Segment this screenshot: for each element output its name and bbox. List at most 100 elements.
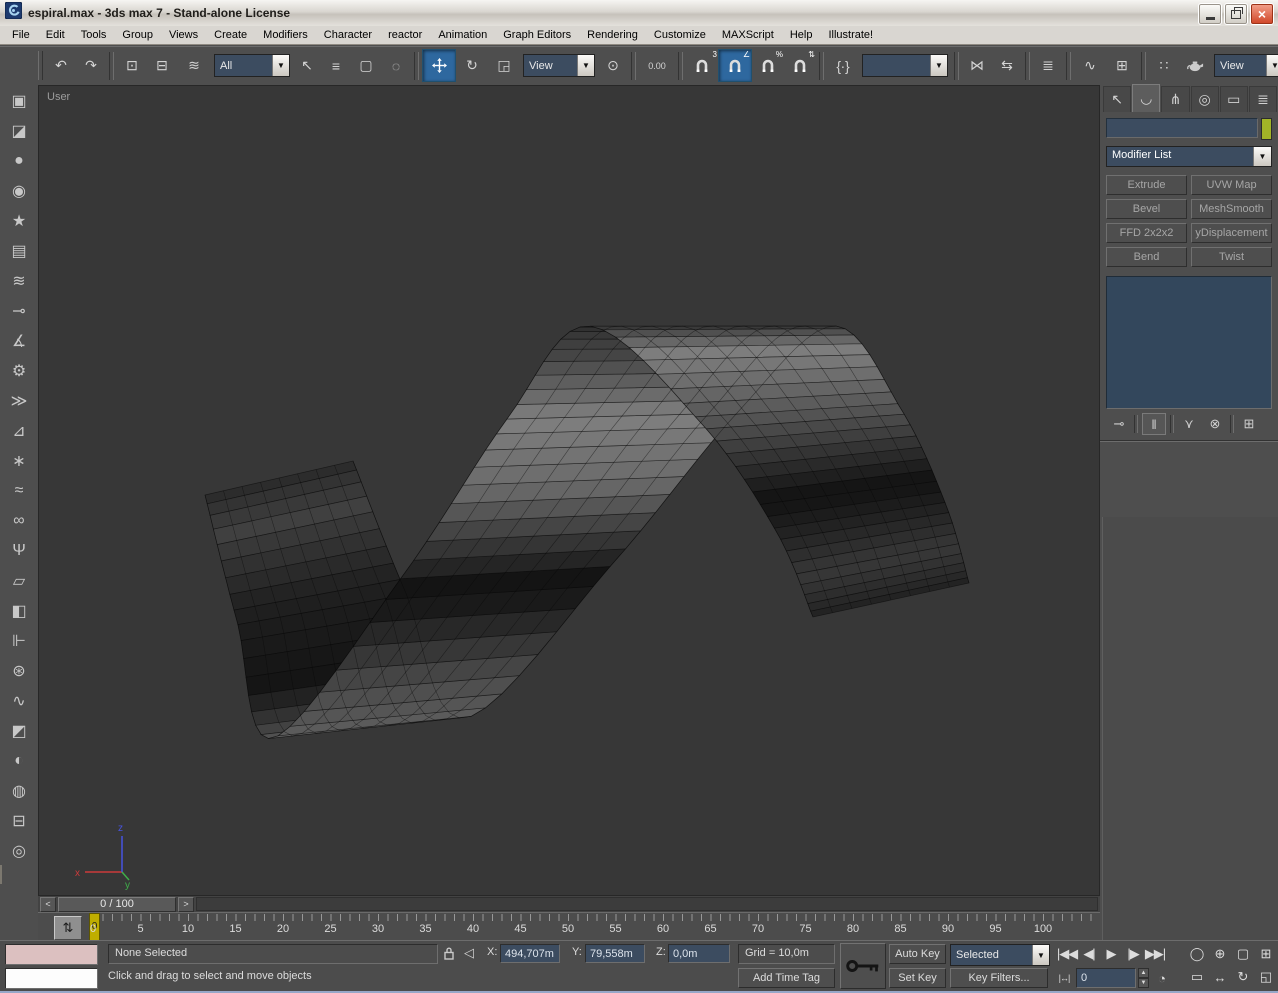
reactor-linear-dashpot-button[interactable]: ⊸ (3, 296, 35, 325)
window-crossing-toggle[interactable]: ◌ (381, 50, 411, 81)
reactor-rack-button[interactable]: ⊩ (3, 626, 35, 655)
angle-snap-toggle[interactable]: ∠ (718, 49, 752, 82)
dropdown-arrow-icon[interactable]: ▼ (272, 55, 289, 76)
zoom-extents-button[interactable]: ▢ (1232, 943, 1254, 965)
y-coord-field[interactable]: 79,558m (585, 944, 645, 963)
go-to-start-button[interactable]: |◀◀ (1056, 943, 1078, 965)
reactor-apply-cloth-modifier-button[interactable]: ◩ (3, 716, 35, 745)
reactor-cloth-collection-button[interactable]: ◪ (3, 116, 35, 145)
reactor-apply-softbody-modifier-button[interactable]: ◐ (3, 746, 35, 775)
modifier-button-bend[interactable]: Bend (1106, 247, 1187, 267)
reactor-water-button[interactable]: ≈ (3, 476, 35, 505)
modifier-button-uvw-map[interactable]: UVW Map (1191, 175, 1272, 195)
bind-to-space-warp-button[interactable]: ≋ (177, 50, 211, 81)
spinner-snap-toggle[interactable]: ⇅ (784, 50, 816, 81)
current-frame-field[interactable]: 0 (1076, 968, 1136, 988)
time-configuration-button[interactable]: ◔ (1151, 967, 1173, 989)
modifier-button-extrude[interactable]: Extrude (1106, 175, 1187, 195)
zoom-extents-all-button[interactable]: ⊞ (1255, 943, 1277, 965)
select-and-uniform-scale-button[interactable]: ◲ (488, 50, 520, 81)
modifier-button-twist[interactable]: Twist (1191, 247, 1272, 267)
make-unique-button[interactable]: ⋎ (1178, 414, 1200, 434)
menu-customize[interactable]: Customize (646, 27, 714, 43)
reactor-spring-button[interactable]: ≋ (3, 266, 35, 295)
reactor-rope-button[interactable]: ∿ (3, 686, 35, 715)
reactor-wheel-button[interactable]: ⊛ (3, 656, 35, 685)
reactor-ragdoll-button[interactable]: Ψ (3, 536, 35, 565)
viewport-user[interactable]: x z y User (38, 85, 1100, 896)
select-by-name-button[interactable]: ≡ (321, 50, 351, 81)
snap-precision-indicator[interactable]: 0.00 (639, 50, 675, 81)
timeline-ruler[interactable]: 0 0 5 10 15 20 25 30 35 40 45 50 55 60 65 70 75 80 85 90 95… (86, 913, 1100, 942)
spinner-up-icon[interactable]: ▲ (1138, 968, 1149, 978)
menu-tools[interactable]: Tools (73, 27, 115, 43)
dropdown-arrow-icon[interactable]: ▼ (1266, 55, 1278, 76)
time-slider-next-button[interactable]: > (178, 896, 194, 912)
app-logo-icon[interactable] (4, 1, 23, 24)
edit-named-selection-sets-button[interactable]: {∙} (827, 50, 859, 81)
mirror-button[interactable]: ⋈ (962, 50, 992, 81)
reactor-motor-button[interactable]: ⚙ (3, 356, 35, 385)
schematic-view-button[interactable]: ⊞ (1106, 50, 1138, 81)
menu-character[interactable]: Character (316, 27, 380, 43)
object-name-field[interactable] (1106, 118, 1258, 138)
reactor-analyze-world-button[interactable]: ◎ (3, 836, 35, 865)
title-bar[interactable]: espiral.max - 3ds max 7 - Stand-alone Li… (0, 0, 1278, 26)
reactor-constraint-button[interactable]: ◧ (3, 596, 35, 625)
reference-coordinate-system-dropdown[interactable]: View ▼ (523, 54, 595, 77)
reactor-deforming-mesh-collection-button[interactable]: ★ (3, 206, 35, 235)
selection-filter-dropdown[interactable]: All ▼ (214, 54, 290, 77)
render-type-dropdown[interactable]: View ▼ (1214, 54, 1278, 77)
dropdown-arrow-icon[interactable]: ▼ (1032, 945, 1049, 965)
go-to-end-button[interactable]: ▶▶| (1144, 943, 1166, 965)
percent-snap-toggle[interactable]: % (752, 50, 784, 81)
material-editor-button[interactable]: ∷ (1149, 50, 1179, 81)
menu-graph-editors[interactable]: Graph Editors (495, 27, 579, 43)
menu-maxscript[interactable]: MAXScript (714, 27, 782, 43)
reactor-angular-dashpot-button[interactable]: ∡ (3, 326, 35, 355)
menu-views[interactable]: Views (161, 27, 206, 43)
spinner-down-icon[interactable]: ▼ (1138, 978, 1149, 988)
use-pivot-point-center-button[interactable]: ⊙ (598, 50, 628, 81)
menu-edit[interactable]: Edit (38, 27, 73, 43)
modifier-button-ffd-2x2x2[interactable]: FFD 2x2x2 (1106, 223, 1187, 243)
modifier-button-ydisplacement[interactable]: yDisplacement (1191, 223, 1272, 243)
menu-illustrate-[interactable]: Illustrate! (820, 27, 881, 43)
select-and-rotate-button[interactable]: ↻ (456, 50, 488, 81)
key-mode-toggle-button[interactable]: |↔| (1054, 967, 1074, 989)
tab-create[interactable]: ↖ (1103, 86, 1132, 112)
spiral-ribbon-object[interactable] (39, 86, 1099, 895)
menu-group[interactable]: Group (114, 27, 161, 43)
reactor-rope-collection-button[interactable]: ◉ (3, 176, 35, 205)
auto-key-button[interactable]: Auto Key (889, 944, 946, 964)
min-max-toggle-button[interactable]: ◱ (1255, 966, 1277, 988)
select-object-button[interactable]: ↖ (293, 50, 321, 81)
menu-create[interactable]: Create (206, 27, 255, 43)
unlink-selection-button[interactable]: ⊟ (147, 50, 177, 81)
dropdown-arrow-icon[interactable]: ▼ (1253, 147, 1271, 166)
maxscript-mini-listener[interactable] (5, 968, 98, 989)
add-time-tag-button[interactable]: Add Time Tag (738, 968, 835, 988)
play-button[interactable]: ▶ (1100, 943, 1122, 965)
show-end-result-button[interactable]: ‖ (1142, 413, 1166, 435)
render-scene-button[interactable] (1179, 50, 1211, 81)
menu-rendering[interactable]: Rendering (579, 27, 646, 43)
configure-modifier-sets-button[interactable]: ⊞ (1238, 414, 1260, 434)
zoom-all-button[interactable]: ⊕ (1209, 943, 1231, 965)
reactor-soft-body-collection-button[interactable]: ● (3, 146, 35, 175)
snaps-toggle-3d[interactable]: 3 (686, 50, 718, 81)
time-slider-handle[interactable]: 0 / 100 (58, 896, 176, 912)
reactor-plane-button[interactable]: ▤ (3, 236, 35, 265)
mini-curve-editor-button[interactable]: ⇅ (54, 916, 82, 940)
menu-help[interactable]: Help (782, 27, 821, 43)
close-button[interactable]: × (1250, 3, 1274, 25)
menu-file[interactable]: File (4, 27, 38, 43)
tab-modify[interactable]: ◡ (1132, 84, 1161, 112)
absolute-mode-transform-type-in[interactable]: ◁ (464, 945, 474, 961)
pin-stack-button[interactable]: ⊸ (1108, 414, 1130, 434)
remove-modifier-button[interactable]: ⊗ (1204, 414, 1226, 434)
zoom-button[interactable]: ◯ (1186, 943, 1208, 965)
time-slider-track[interactable] (196, 897, 1098, 911)
reactor-fracture-button[interactable]: ∗ (3, 446, 35, 475)
layer-manager-button[interactable]: ≣ (1033, 50, 1063, 81)
